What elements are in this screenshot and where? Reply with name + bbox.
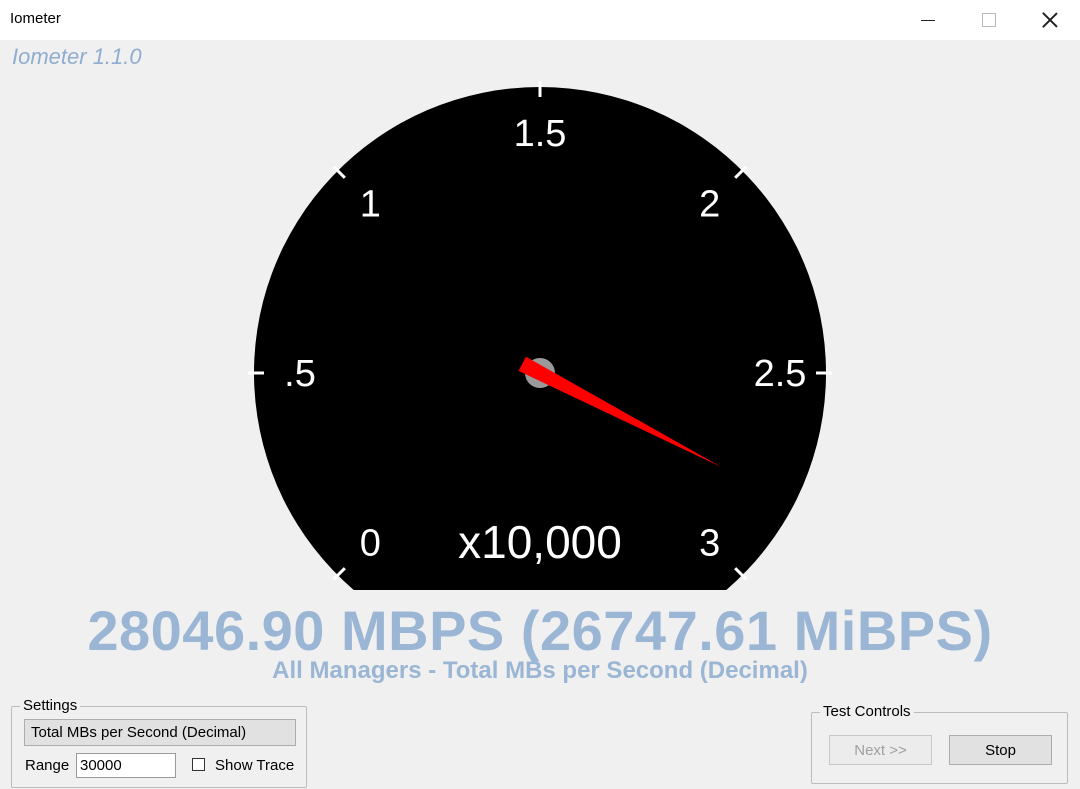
show-trace-checkbox[interactable] [192, 758, 205, 771]
next-button-label: Next >> [854, 741, 907, 759]
stop-button[interactable]: Stop [949, 735, 1052, 765]
gauge-multiplier-label: x10,000 [458, 516, 622, 568]
test-controls-group: Test Controls Next >> Stop [811, 703, 1068, 784]
show-trace-label[interactable]: Show Trace [215, 757, 294, 774]
gauge-scale-label: 2 [699, 183, 720, 225]
gauge-scale-label: 2.5 [754, 353, 807, 395]
next-button[interactable]: Next >> [829, 735, 932, 765]
test-controls-group-label: Test Controls [820, 703, 914, 721]
stop-button-label: Stop [985, 741, 1016, 759]
gauge-scale-label: .5 [284, 353, 316, 395]
range-input[interactable] [76, 753, 176, 778]
throughput-metric-label: All Managers - Total MBs per Second (Dec… [272, 657, 808, 684]
gauge-face [254, 87, 827, 590]
gauge-scale-label: 1.5 [514, 113, 567, 155]
gauge-scale-label: 0 [360, 523, 381, 565]
gauge-scale-label: 1 [360, 183, 381, 225]
gauge-scale-label: 3 [699, 523, 720, 565]
settings-group-label: Settings [20, 697, 81, 715]
settings-group: Settings Total MBs per Second (Decimal) … [11, 697, 307, 788]
speed-gauge: 0 .5 1 1.5 2 2.5 3 x10,000 [248, 81, 832, 590]
metric-select-value: Total MBs per Second (Decimal) [31, 724, 247, 741]
range-label: Range [25, 757, 70, 774]
metric-select[interactable]: Total MBs per Second (Decimal) [24, 719, 296, 746]
